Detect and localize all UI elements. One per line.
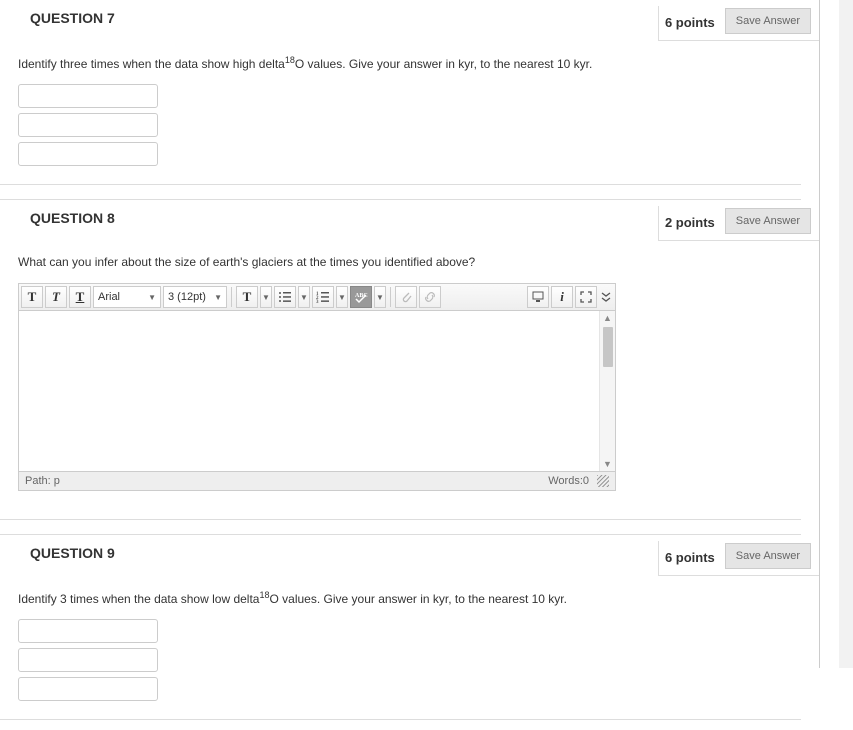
resize-grip[interactable] — [597, 475, 609, 487]
save-answer-button[interactable]: Save Answer — [725, 208, 811, 234]
bold-button[interactable]: T — [21, 286, 43, 308]
scroll-up-icon[interactable]: ▲ — [600, 311, 615, 325]
answer-input-3[interactable] — [18, 142, 158, 166]
prompt-superscript: 18 — [285, 55, 295, 65]
question-title: QUESTION 8 — [0, 206, 115, 226]
font-family-label: Arial — [98, 291, 120, 303]
question-header: QUESTION 9 6 points Save Answer — [0, 535, 819, 576]
question-7: QUESTION 7 6 points Save Answer Identify… — [0, 0, 819, 195]
separator — [0, 184, 801, 185]
spellcheck-icon: ABC — [354, 290, 368, 304]
font-size-label: 3 (12pt) — [168, 291, 206, 303]
scroll-thumb[interactable] — [603, 327, 613, 367]
prompt-superscript: 18 — [259, 590, 269, 600]
question-prompt: Identify three times when the data show … — [18, 55, 819, 79]
points-label: 6 points — [665, 11, 725, 30]
info-button[interactable]: i — [551, 286, 573, 308]
editor-word-count: Words:0 — [548, 475, 593, 487]
spellcheck-dropdown[interactable]: ▼ — [374, 286, 386, 308]
bullet-list-icon — [278, 290, 292, 304]
answer-input-2[interactable] — [18, 648, 158, 672]
question-9: QUESTION 9 6 points Save Answer Identify… — [0, 530, 819, 730]
question-body: Identify 3 times when the data show low … — [0, 576, 819, 701]
paperclip-icon — [399, 290, 413, 304]
editor-status-bar: Path: p Words:0 — [19, 471, 615, 490]
font-size-select[interactable]: 3 (12pt) ▼ — [163, 286, 227, 308]
editor-textarea[interactable] — [19, 311, 599, 471]
underline-button[interactable]: T — [69, 286, 91, 308]
question-8: QUESTION 8 2 points Save Answer What can… — [0, 195, 819, 530]
question-body: Identify three times when the data show … — [0, 41, 819, 166]
question-header: QUESTION 8 2 points Save Answer — [0, 200, 819, 241]
prompt-text: O values. Give your answer in kyr, to th… — [270, 592, 567, 606]
save-answer-button[interactable]: Save Answer — [725, 543, 811, 569]
question-header: QUESTION 7 6 points Save Answer — [0, 0, 819, 41]
editor-scrollbar[interactable]: ▲ ▼ — [599, 311, 615, 471]
chevron-down-icon: ▼ — [148, 293, 156, 302]
question-title: QUESTION 7 — [0, 6, 115, 26]
save-answer-button[interactable]: Save Answer — [725, 8, 811, 34]
bullet-list-button[interactable] — [274, 286, 296, 308]
separator — [0, 719, 801, 720]
editor-path: Path: p — [25, 475, 60, 487]
points-label: 2 points — [665, 211, 725, 230]
svg-text:3: 3 — [316, 300, 319, 304]
editor-body: ▲ ▼ — [19, 311, 615, 471]
prompt-text: O values. Give your answer in kyr, to th… — [295, 57, 592, 71]
prompt-text: Identify 3 times when the data show low … — [18, 592, 259, 606]
preview-button[interactable] — [527, 286, 549, 308]
chevron-down-icon: ▼ — [214, 293, 222, 302]
text-color-dropdown[interactable]: ▼ — [260, 286, 272, 308]
attachment-button[interactable] — [395, 286, 417, 308]
monitor-icon — [531, 290, 545, 304]
number-list-icon: 123 — [316, 290, 330, 304]
bullet-list-dropdown[interactable]: ▼ — [298, 286, 310, 308]
scroll-down-icon[interactable]: ▼ — [600, 457, 615, 471]
editor-toolbar: T T T Arial ▼ 3 (12pt) ▼ T ▼ — [19, 284, 615, 311]
question-title: QUESTION 9 — [0, 541, 115, 561]
separator — [0, 519, 801, 520]
question-body: What can you infer about the size of ear… — [0, 241, 819, 491]
font-family-select[interactable]: Arial ▼ — [93, 286, 161, 308]
question-prompt: What can you infer about the size of ear… — [18, 255, 819, 277]
number-list-dropdown[interactable]: ▼ — [336, 286, 348, 308]
number-list-button[interactable]: 123 — [312, 286, 334, 308]
answer-input-1[interactable] — [18, 84, 158, 108]
points-save-box: 6 points Save Answer — [658, 541, 819, 576]
answer-input-2[interactable] — [18, 113, 158, 137]
points-save-box: 2 points Save Answer — [658, 206, 819, 241]
link-icon — [423, 290, 437, 304]
right-gutter — [839, 0, 853, 668]
spellcheck-button[interactable]: ABC — [350, 286, 372, 308]
expand-icon — [599, 290, 613, 304]
fullscreen-icon — [579, 290, 593, 304]
link-button[interactable] — [419, 286, 441, 308]
prompt-text: Identify three times when the data show … — [18, 57, 285, 71]
points-save-box: 6 points Save Answer — [658, 6, 819, 41]
fullscreen-button[interactable] — [575, 286, 597, 308]
question-prompt: Identify 3 times when the data show low … — [18, 590, 819, 614]
answer-input-3[interactable] — [18, 677, 158, 701]
points-label: 6 points — [665, 546, 725, 565]
italic-button[interactable]: T — [45, 286, 67, 308]
rich-text-editor: T T T Arial ▼ 3 (12pt) ▼ T ▼ — [18, 283, 616, 491]
page-content: QUESTION 7 6 points Save Answer Identify… — [0, 0, 820, 668]
expand-toolbar-button[interactable] — [599, 286, 613, 308]
answer-input-1[interactable] — [18, 619, 158, 643]
text-color-button[interactable]: T — [236, 286, 258, 308]
